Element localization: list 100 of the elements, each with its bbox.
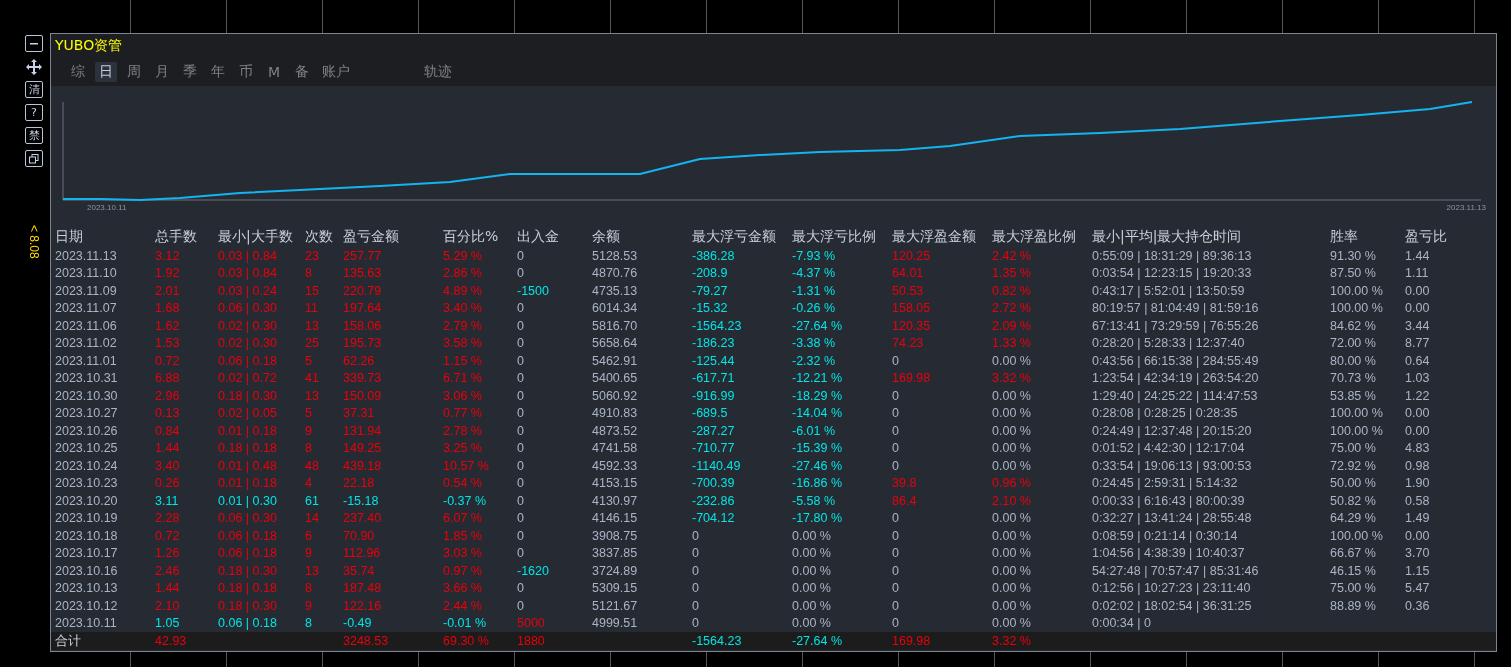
table-cell: 2.42 % (992, 248, 1031, 263)
date-cell: 2023.11.06 (55, 318, 117, 333)
table-cell: 75.00 % (1330, 581, 1376, 596)
table-cell: 0.02 | 0.30 (218, 318, 277, 333)
tab[interactable]: 月 (151, 62, 173, 82)
table-cell: 0.00 % (992, 353, 1031, 368)
date-cell: 2023.10.11 (55, 616, 117, 631)
tab[interactable]: 综 (67, 62, 89, 82)
table-cell: 0 (517, 301, 524, 316)
table-cell: 5400.65 (592, 371, 638, 386)
table-cell: -0.26 % (792, 301, 836, 316)
table-cell: 84.62 % (1330, 318, 1376, 333)
table-cell: -2.32 % (792, 353, 836, 368)
table-cell: 0:28:08 | 0:28:25 | 0:28:35 (1092, 406, 1238, 421)
table-cell: 75.00 % (1330, 441, 1376, 456)
table-cell: 1.26 (155, 546, 180, 561)
table-cell: 91.30 % (1330, 248, 1376, 263)
table-cell: 0 (517, 528, 524, 543)
table-cell: 1.44 (1405, 248, 1430, 263)
tab[interactable]: 季 (179, 62, 201, 82)
table-cell: 6.71 % (443, 371, 482, 386)
table-cell: 1.33 % (992, 336, 1031, 351)
table-cell: -704.12 (692, 511, 735, 526)
table-cell: 3.25 % (443, 441, 482, 456)
table-cell: -18.29 % (792, 388, 843, 403)
table-cell: 0 (892, 581, 899, 596)
toolbar-button[interactable]: ? (25, 104, 43, 121)
tab[interactable]: 轨迹 (421, 62, 455, 82)
table-cell: -3.38 % (792, 336, 836, 351)
minus-icon (30, 42, 38, 45)
table-cell: -710.77 (692, 441, 735, 456)
table-cell: 2.28 (155, 511, 180, 526)
table-cell: 5658.64 (592, 336, 638, 351)
table-cell: 2.01 (155, 283, 180, 298)
table-cell: 0 (517, 266, 524, 281)
table-cell: 0:02:02 | 18:02:54 | 36:31:25 (1092, 598, 1252, 613)
table-cell: 4 (305, 476, 312, 491)
table-cell: 0:32:27 | 13:41:24 | 28:55:48 (1092, 511, 1252, 526)
table-cell: 4592.33 (592, 458, 638, 473)
table-cell: 0.72 (155, 528, 180, 543)
table-cell: 0.03 | 0.24 (218, 283, 277, 298)
date-cell: 2023.10.25 (55, 441, 118, 456)
minimize-button[interactable] (25, 35, 43, 52)
table-cell: 0:43:17 | 5:52:01 | 13:50:59 (1092, 283, 1245, 298)
date-cell: 2023.10.17 (55, 546, 118, 561)
tab[interactable]: M (263, 63, 285, 81)
restore-button[interactable] (25, 150, 43, 167)
tab[interactable]: 周 (123, 62, 145, 82)
table-cell: 0 (517, 353, 524, 368)
table-cell: 0.06 | 0.30 (218, 511, 277, 526)
table-cell: 0.00 % (992, 616, 1031, 631)
table-cell: 439.18 (343, 458, 382, 473)
table-cell: 9 (305, 598, 312, 613)
table-cell: 5121.67 (592, 598, 638, 613)
table-cell: 149.25 (343, 441, 382, 456)
table-cell: 0 (517, 546, 524, 561)
table-cell: 0 (892, 528, 899, 543)
table-cell: -287.27 (692, 423, 735, 438)
table-cell: 0:03:54 | 12:23:15 | 19:20:33 (1092, 266, 1252, 281)
table-cell: 0 (892, 616, 899, 631)
tab[interactable]: 日 (95, 62, 117, 82)
table-cell: 150.09 (343, 388, 382, 403)
total-cell: 69.30 % (443, 634, 489, 648)
table-cell: 0.82 % (992, 283, 1031, 298)
table-cell: 0 (692, 616, 699, 631)
table-cell: -1564.23 (692, 318, 742, 333)
table-cell: 4910.83 (592, 406, 638, 421)
tab[interactable]: 账户 (319, 62, 353, 82)
tab[interactable]: 年 (207, 62, 229, 82)
toolbar-button[interactable]: 禁 (25, 127, 43, 144)
table-cell: 3724.89 (592, 563, 638, 578)
table-cell: 1.15 % (443, 353, 482, 368)
table-cell: 0.00 % (992, 458, 1031, 473)
tab[interactable]: 币 (235, 62, 257, 82)
table-cell: 131.94 (343, 423, 382, 438)
table-cell: 0.58 (1405, 493, 1430, 508)
toolbar-button[interactable]: 清 (25, 81, 43, 98)
date-cell: 2023.10.13 (55, 581, 118, 596)
table-cell: 0.97 % (443, 563, 482, 578)
table-cell: -0.49 (343, 616, 372, 631)
table-cell: -12.21 % (792, 371, 843, 386)
table-cell: 2.72 % (992, 301, 1031, 316)
table-cell: -4.37 % (792, 266, 836, 281)
table-cell: 0.00 % (992, 563, 1031, 578)
table-cell: 0 (517, 318, 524, 333)
table-cell: 0.06 | 0.18 (218, 546, 277, 561)
table-cell: 0 (517, 511, 524, 526)
tab[interactable]: 备 (291, 62, 313, 82)
move-arrows-icon (26, 58, 42, 75)
table-cell: 0 (692, 581, 699, 596)
table-cell: 1.44 (155, 441, 180, 456)
table-cell: 158.05 (892, 301, 931, 316)
table-cell: 2.44 % (443, 598, 482, 613)
column-header: 最小|大手数 (218, 228, 294, 246)
column-header: 次数 (305, 228, 334, 246)
table-cell: 0.06 | 0.18 (218, 528, 277, 543)
table-cell: 100.00 % (1330, 423, 1383, 438)
table-cell: 0.00 % (792, 598, 831, 613)
table-cell: 0.36 (1405, 598, 1430, 613)
date-cell: 2023.10.23 (55, 476, 118, 491)
